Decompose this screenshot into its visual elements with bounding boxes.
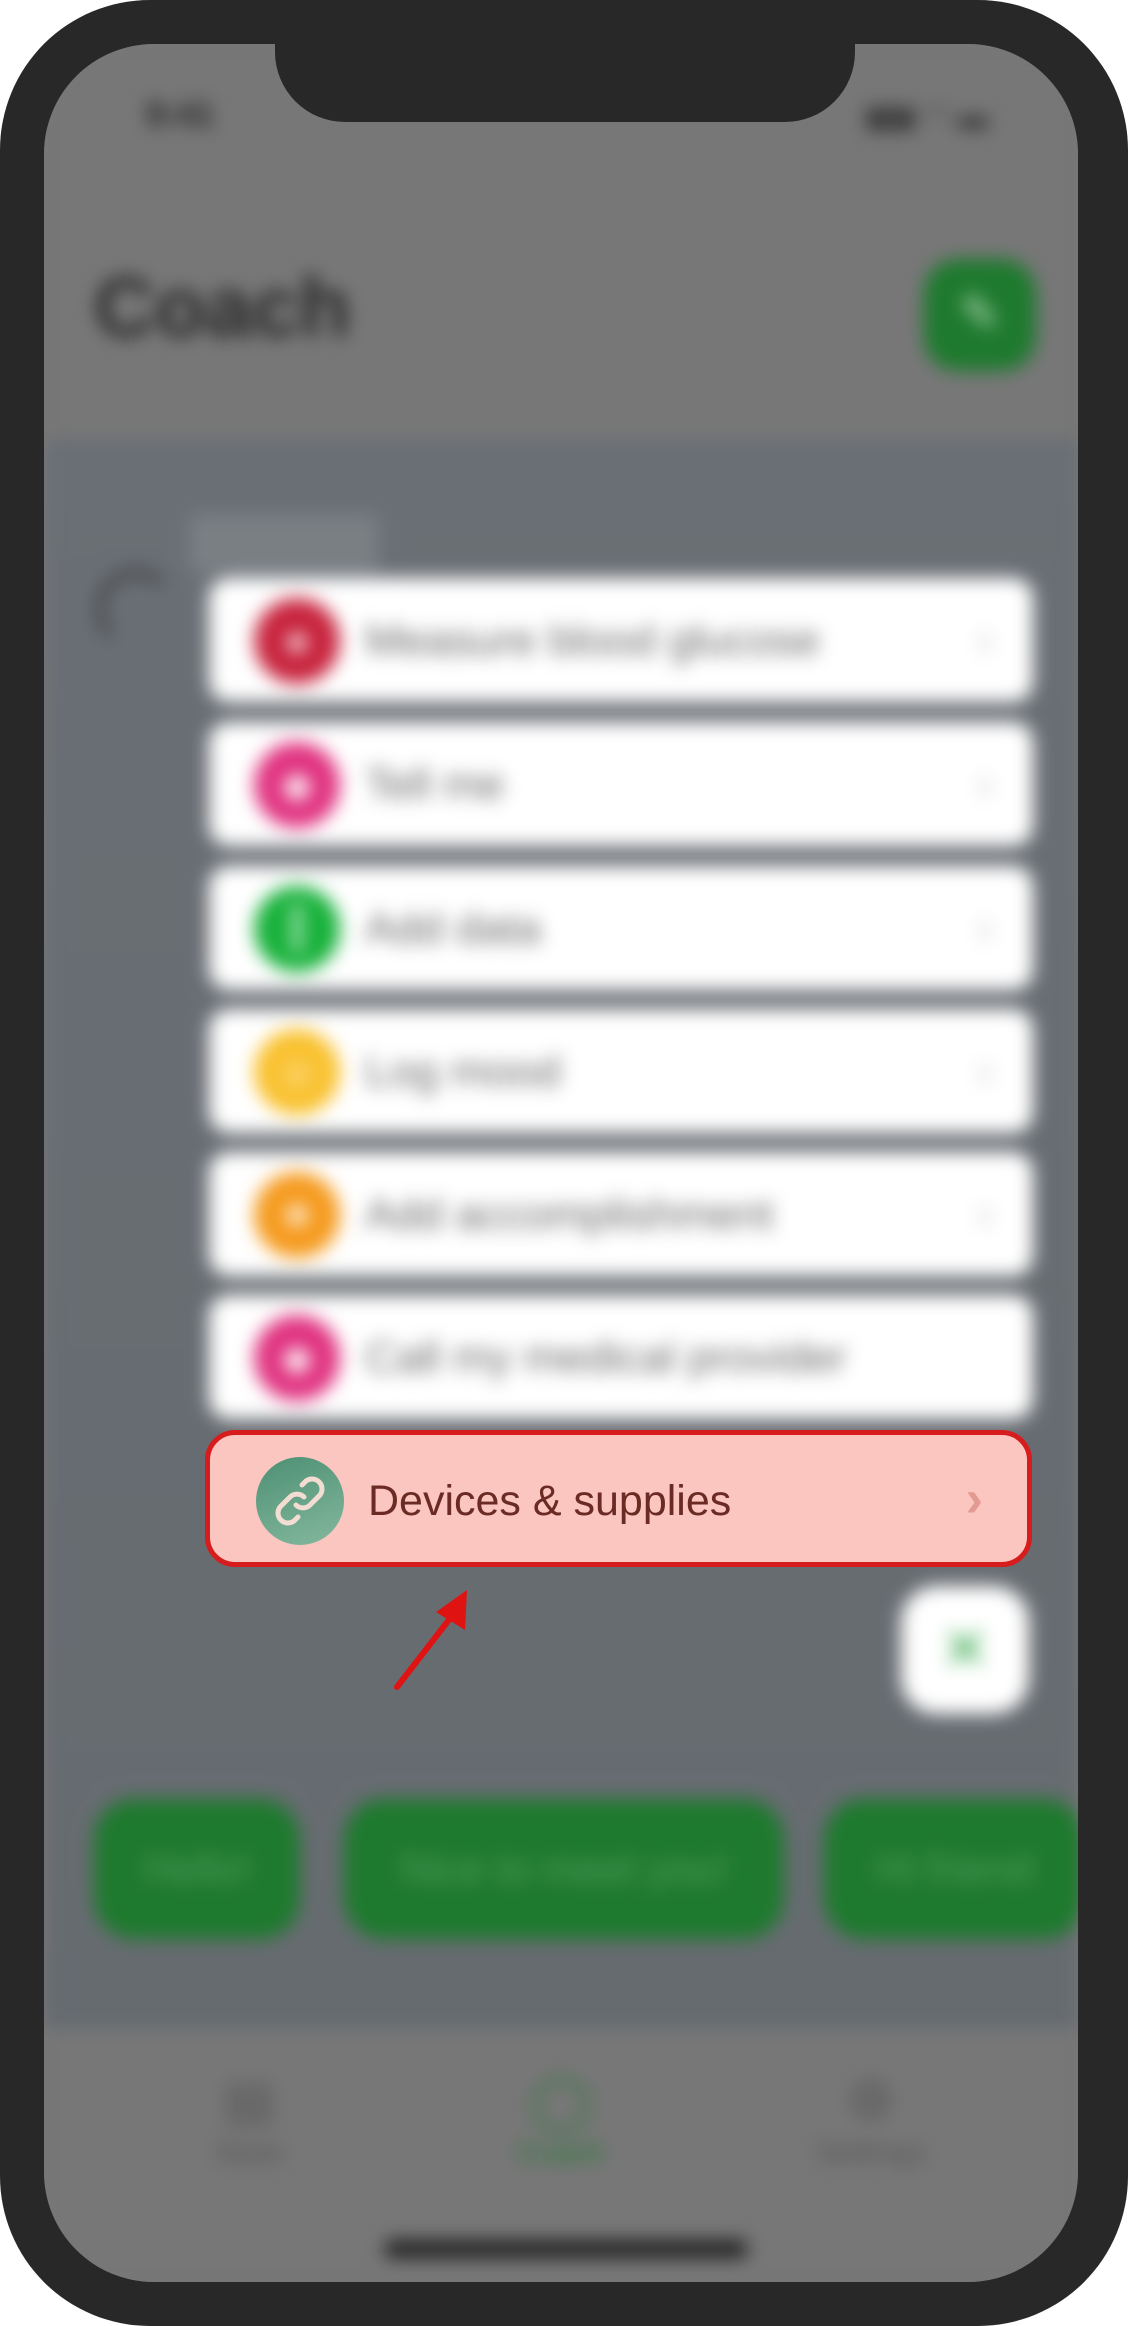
menu-item-label: Measure blood glucose (365, 616, 820, 665)
smile-icon: ☺ (254, 1029, 340, 1115)
chevron-right-icon: › (976, 1185, 993, 1241)
chevron-right-icon: › (976, 755, 993, 811)
edit-icon: ✎ (959, 288, 1001, 341)
quick-reply-chip[interactable]: Hello! (94, 1799, 300, 1939)
phone-frame: 9:41 ▮▮▮ ◠ ▬ Coach ✎ ● Measure blood glu… (0, 0, 1128, 2326)
home-indicator (384, 2240, 748, 2258)
menu-item-measure-blood-glucose[interactable]: ● Measure blood glucose › (209, 578, 1033, 702)
tab-coach[interactable]: ◯ Coach (461, 2069, 661, 2170)
avatar (96, 569, 176, 649)
menu-item-tell-me[interactable]: ◆ Tell me › (209, 722, 1033, 846)
close-icon: ✕ (940, 1617, 990, 1682)
chat-icon: ◆ (254, 742, 340, 828)
menu-item-label: Add data (365, 904, 542, 953)
menu-item-call-provider[interactable]: ◆ Call my medical provider (209, 1295, 1033, 1419)
star-icon: ★ (254, 1172, 340, 1258)
link-icon (256, 1457, 344, 1545)
menu-item-label: Devices & supplies (368, 1477, 732, 1525)
menu-item-log-mood[interactable]: ☺ Log mood › (209, 1009, 1033, 1133)
notch (275, 0, 855, 122)
quick-reply-chip[interactable]: Hi friend (824, 1799, 1078, 1939)
menu-item-add-accomplishment[interactable]: ★ Add accomplishment › (209, 1152, 1033, 1276)
chat-bubble-icon: ◯ (530, 2071, 592, 2131)
chart-icon: ▤ (223, 2071, 275, 2131)
chevron-right-icon: › (976, 611, 993, 667)
menu-item-label: Add accomplishment (365, 1190, 774, 1239)
chevron-right-icon: › (976, 899, 993, 955)
screen: 9:41 ▮▮▮ ◠ ▬ Coach ✎ ● Measure blood glu… (44, 44, 1078, 2282)
menu-item-label: Tell me (365, 760, 505, 809)
menu-item-add-data[interactable]: ┃ Add data › (209, 866, 1033, 990)
menu-item-label: Log mood (365, 1047, 561, 1096)
close-menu-button[interactable]: ✕ (901, 1586, 1029, 1714)
status-time: 9:41 (146, 96, 215, 134)
tab-label: Settings (816, 2136, 926, 2169)
tab-label: Stats (214, 2136, 284, 2169)
plus-icon: ┃ (254, 886, 340, 972)
sender-name-placeholder (189, 514, 379, 574)
tab-label: Coach (517, 2136, 605, 2169)
status-icons: ▮▮▮ ◠ ▬ (865, 101, 988, 134)
quick-reply-chip[interactable]: Nice to meet you! (344, 1799, 784, 1939)
blurred-background: 9:41 ▮▮▮ ◠ ▬ Coach ✎ ● Measure blood glu… (44, 44, 1078, 2282)
drop-icon: ● (254, 598, 340, 684)
phone-icon: ◆ (254, 1315, 340, 1401)
chevron-right-icon: › (976, 1042, 993, 1098)
gear-icon: ⚙ (846, 2071, 896, 2131)
chevron-right-icon: › (965, 1470, 983, 1528)
compose-button[interactable]: ✎ (924, 259, 1036, 371)
tab-stats[interactable]: ▤ Stats (149, 2069, 349, 2170)
page-title: Coach (94, 260, 351, 354)
menu-item-devices-supplies[interactable]: Devices & supplies › (205, 1430, 1032, 1567)
tab-settings[interactable]: ⚙ Settings (771, 2069, 971, 2170)
menu-item-label: Call my medical provider (365, 1333, 847, 1382)
